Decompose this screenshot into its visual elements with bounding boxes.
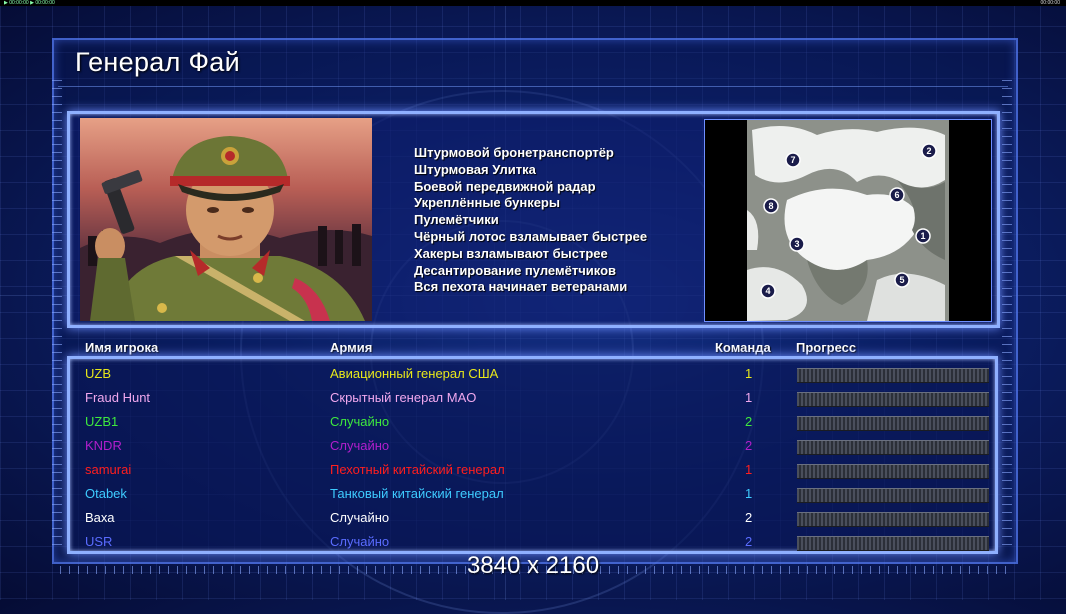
player-progress-bar xyxy=(797,416,989,431)
player-team: 1 xyxy=(745,390,753,405)
general-portrait-image xyxy=(80,136,372,321)
player-row: Fraud Hunt Скрытный генерал MAO 1 xyxy=(0,385,1066,409)
column-header-player-name: Имя игрока xyxy=(85,340,159,355)
player-name: USR xyxy=(85,534,113,549)
player-progress-bar xyxy=(797,464,989,479)
minimap-image: 7 2 6 8 3 1 5 4 xyxy=(747,120,949,321)
feature-item: Пулемётчики xyxy=(414,212,499,228)
svg-text:1: 1 xyxy=(920,231,925,241)
feature-item: Укреплённые бункеры xyxy=(414,195,560,211)
svg-text:6: 6 xyxy=(894,190,899,200)
player-progress-bar xyxy=(797,440,989,455)
start-position-1-icon: 1 xyxy=(915,228,931,244)
player-team: 1 xyxy=(745,462,753,477)
feature-item: Боевой передвижной радар xyxy=(414,178,596,194)
player-team: 2 xyxy=(745,438,753,453)
player-progress-bar xyxy=(797,488,989,503)
player-name: Fraud Hunt xyxy=(85,390,151,405)
top-status-left: ▶ 00:00:00 ▶ 00:00:00 xyxy=(4,0,55,6)
column-header-army: Армия xyxy=(330,340,373,355)
player-table-header: Имя игрока Армия Команда Прогресс xyxy=(0,340,1066,356)
resolution-label: 3840 x 2160 xyxy=(466,552,600,579)
player-progress-bar xyxy=(797,512,989,527)
player-army: Случайно xyxy=(330,438,390,453)
player-row: KNDR Случайно 2 xyxy=(0,433,1066,457)
player-row: UZB Авиационный генерал США 1 xyxy=(0,361,1066,385)
player-army: Случайно xyxy=(330,414,390,429)
player-team: 2 xyxy=(745,414,753,429)
column-header-progress: Прогресс xyxy=(796,340,857,355)
player-name: KNDR xyxy=(85,438,122,453)
player-team: 1 xyxy=(745,486,753,501)
column-header-team: Команда xyxy=(715,340,771,355)
player-progress-bar xyxy=(797,536,989,551)
general-portrait xyxy=(80,118,372,321)
title-divider xyxy=(58,86,1008,87)
svg-text:7: 7 xyxy=(790,155,795,165)
start-position-7-icon: 7 xyxy=(785,152,801,168)
svg-text:5: 5 xyxy=(899,275,904,285)
svg-text:4: 4 xyxy=(765,286,770,296)
start-position-4-icon: 4 xyxy=(760,283,776,299)
player-row: Ваха Случайно 2 xyxy=(0,505,1066,529)
player-row: Otabek Танковый китайский генерал 1 xyxy=(0,481,1066,505)
feature-item: Хакеры взламывают быстрее xyxy=(414,245,608,261)
player-army: Авиационный генерал США xyxy=(330,366,499,381)
start-position-3-icon: 3 xyxy=(789,236,805,252)
player-army: Случайно xyxy=(330,534,390,549)
player-name: UZB xyxy=(85,366,111,381)
player-name: Otabek xyxy=(85,486,127,501)
feature-item: Вся пехота начинает ветеранами xyxy=(414,279,628,295)
player-row: USR Случайно 2 xyxy=(0,529,1066,553)
feature-item: Штурмовой бронетранспортёр xyxy=(414,145,614,160)
start-position-2-icon: 2 xyxy=(921,143,937,159)
player-name: samurai xyxy=(85,462,132,477)
start-position-6-icon: 6 xyxy=(889,187,905,203)
top-status-right: 00:00:00 xyxy=(1040,0,1060,6)
start-position-5-icon: 5 xyxy=(894,272,910,288)
feature-item: Десантирование пулемётчиков xyxy=(414,262,617,278)
player-team: 2 xyxy=(745,534,753,549)
feature-item: Чёрный лотос взламывает быстрее xyxy=(414,228,648,244)
player-army: Танковый китайский генерал xyxy=(330,486,504,501)
player-progress-bar xyxy=(797,368,989,383)
player-team: 1 xyxy=(745,366,753,381)
player-army: Случайно xyxy=(330,510,390,525)
general-features-list: Штурмовой бронетранспортёр Штурмовая Ули… xyxy=(414,145,647,296)
player-army: Пехотный китайский генерал xyxy=(330,462,505,477)
player-row: UZB1 Случайно 2 xyxy=(0,409,1066,433)
player-name: UZB1 xyxy=(85,414,119,429)
start-position-8-icon: 8 xyxy=(763,198,779,214)
general-title: Генерал Фай xyxy=(75,47,240,77)
top-status-bar: ▶ 00:00:00 ▶ 00:00:00 00:00:00 xyxy=(0,0,1066,6)
player-progress-bar xyxy=(797,392,989,407)
player-team: 2 xyxy=(745,510,753,525)
minimap: 7 2 6 8 3 1 5 4 xyxy=(704,119,992,322)
svg-text:3: 3 xyxy=(794,239,799,249)
svg-text:8: 8 xyxy=(768,201,773,211)
player-army: Скрытный генерал MAO xyxy=(330,390,477,405)
svg-text:2: 2 xyxy=(926,146,931,156)
player-row: samurai Пехотный китайский генерал 1 xyxy=(0,457,1066,481)
player-name: Ваха xyxy=(85,510,115,525)
feature-item: Штурмовая Улитка xyxy=(414,161,536,177)
